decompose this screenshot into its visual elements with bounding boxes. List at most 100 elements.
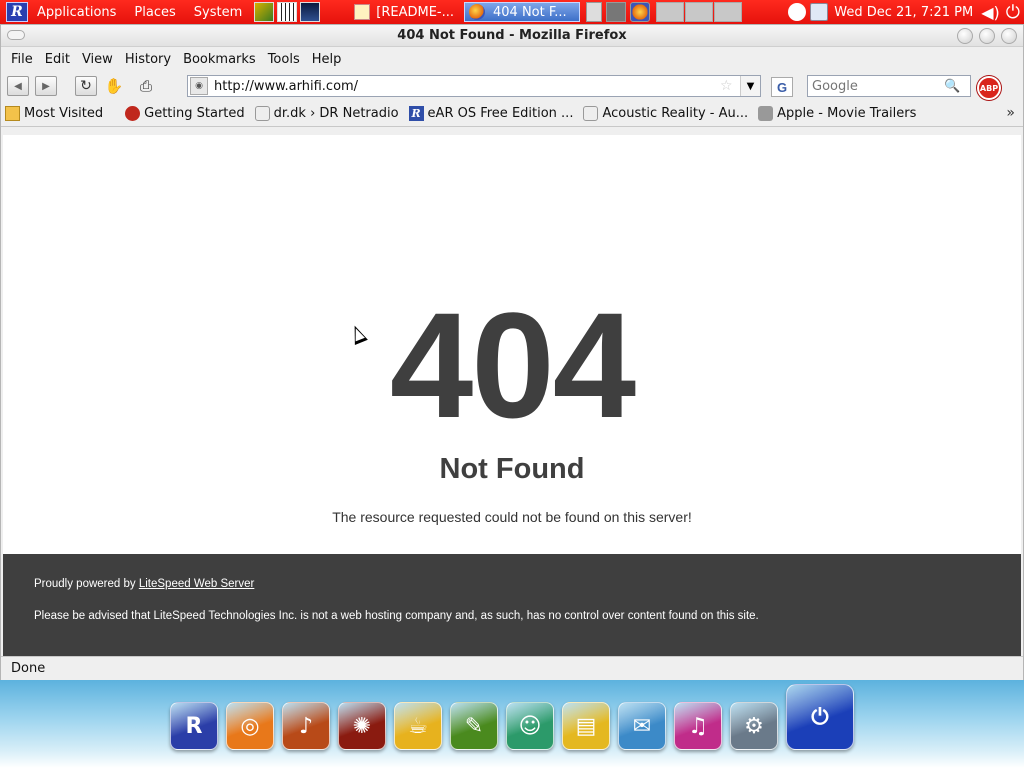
panel-menu-places[interactable]: Places [125,5,184,20]
network-icon[interactable] [810,3,829,21]
dock-area: R ◎ ♪ ✺ ☕ ✎ ☺ ▤ ✉ ♫ ⚙ ⏻ [0,680,1024,768]
apple-icon [758,106,774,121]
url-text[interactable]: http://www.arhifi.com/ [214,79,720,94]
url-bar[interactable]: ◉ http://www.arhifi.com/ ☆ ▼ [187,75,761,97]
menu-help[interactable]: Help [306,52,348,67]
menubar: File Edit View History Bookmarks Tools H… [1,47,1023,71]
page-content: 404 Not Found The resource requested cou… [3,135,1021,656]
menu-view[interactable]: View [76,52,119,67]
menu-edit[interactable]: Edit [39,52,76,67]
music-icon[interactable]: ♫ [674,702,722,750]
taskbar-item-label: 404 Not F... [493,4,567,20]
reload-button[interactable]: ↻ [75,76,97,96]
bookmark-dr-netradio[interactable]: dr.dk › DR Netradio [254,106,399,121]
minimize-button[interactable] [957,28,973,44]
bookmark-label: Acoustic Reality - Au... [602,106,749,121]
hosting-advisory: Please be advised that LiteSpeed Technol… [34,610,759,622]
firefox-window: 404 Not Found - Mozilla Firefox File Edi… [0,24,1024,680]
window-controls [957,28,1017,44]
mail-feather-icon[interactable]: ✉ [618,702,666,750]
bookmarks-overflow-chevron-icon[interactable]: » [1006,105,1015,121]
search-magnifier-icon[interactable]: 🔍 [944,79,960,94]
search-input[interactable] [808,78,944,94]
back-arrow-icon: ◀ [14,80,22,92]
fire-icon[interactable]: ✺ [338,702,386,750]
bookmark-label: Getting Started [144,106,245,121]
panel-menu-applications[interactable]: Applications [28,5,125,20]
site-identity-icon[interactable]: ◉ [190,77,208,95]
settings-icon[interactable]: ⚙ [730,702,778,750]
panel-menu-system[interactable]: System [185,5,251,20]
workspace-2[interactable] [685,2,713,22]
page-footer: Proudly powered by LiteSpeed Web Server … [3,554,1021,656]
photo-app-launcher-icon[interactable] [254,2,275,22]
navigation-toolbar: ◀ ▶ ↻ ✋ ⎙ ◉ http://www.arhifi.com/ ☆ ▼ G… [1,71,1023,101]
powered-by-line: Proudly powered by LiteSpeed Web Server [34,578,254,590]
volume-icon[interactable]: ◀) [981,3,1000,22]
image-editor-icon[interactable]: ✎ [450,702,498,750]
workspace-3[interactable] [714,2,742,22]
stop-hand-icon[interactable]: ✋ [103,75,125,97]
rpm-app-icon[interactable]: R [170,702,218,750]
guitar-icon[interactable]: ♪ [282,702,330,750]
adblock-plus-icon[interactable]: ABP [977,76,1001,100]
office-icon[interactable]: ▤ [562,702,610,750]
bookmark-label: eAR OS Free Edition ... [427,106,574,121]
window-title: 404 Not Found - Mozilla Firefox [397,28,627,43]
menu-tools[interactable]: Tools [262,52,306,67]
taskbar-item-readme[interactable]: [README-... [350,2,458,22]
menu-history[interactable]: History [119,52,177,67]
error-title: Not Found [439,453,585,485]
forward-button[interactable]: ▶ [35,76,57,96]
folder-icon [5,106,20,121]
audio-app-launcher-icon[interactable] [300,2,321,22]
url-history-dropdown[interactable]: ▼ [740,76,760,96]
menu-file[interactable]: File [5,52,39,67]
update-notifier-icon[interactable] [788,3,807,21]
litespeed-link[interactable]: LiteSpeed Web Server [139,578,255,590]
firefox-icon [469,4,485,20]
panel-clock[interactable]: Wed Dec 21, 7:21 PM [834,5,973,20]
search-engine-icon[interactable]: G [771,77,793,97]
back-button[interactable]: ◀ [7,76,29,96]
notes-icon[interactable] [586,2,602,22]
bookmark-most-visited[interactable]: Most Visited [5,106,103,121]
status-bar: Done [1,656,1023,680]
error-description: The resource requested could not be foun… [332,509,692,525]
firefox-icon[interactable]: ◎ [226,702,274,750]
forward-arrow-icon: ▶ [42,80,50,92]
firefox-bookmark-icon [125,106,141,121]
panel-tray: Wed Dec 21, 7:21 PM ◀) ⏻ [784,0,1024,24]
distro-logo-icon[interactable]: R [6,2,28,22]
bookmark-ear-os[interactable]: R eAR OS Free Edition ... [408,106,574,121]
bookmark-star-icon[interactable]: ☆ [720,78,736,94]
page-icon [254,106,270,121]
bookmark-acoustic-reality[interactable]: Acoustic Reality - Au... [583,106,748,121]
coffee-cup-icon[interactable]: ☕ [394,702,442,750]
bookmark-label: Apple - Movie Trailers [777,106,917,121]
taskbar-item-firefox[interactable]: 404 Not F... [464,2,580,22]
close-button[interactable] [1001,28,1017,44]
maximize-button[interactable] [979,28,995,44]
bookmark-getting-started[interactable]: Getting Started [125,106,245,121]
page-icon [583,106,599,121]
trash-icon[interactable] [606,2,626,22]
messenger-icon[interactable]: ☺ [506,702,554,750]
piano-app-launcher-icon[interactable] [277,2,298,22]
workspace-1[interactable] [656,2,684,22]
power-icon[interactable]: ⏻ [786,684,854,750]
taskbar-item-label: [README-... [376,4,454,20]
bookmark-label: Most Visited [24,106,104,121]
top-panel: R Applications Places System [README-...… [0,0,1024,24]
print-icon[interactable]: ⎙ [135,75,157,97]
menu-bookmarks[interactable]: Bookmarks [177,52,262,67]
bookmark-label: dr.dk › DR Netradio [273,106,399,121]
ear-os-icon: R [408,106,424,121]
search-bar[interactable]: 🔍 [807,75,971,97]
bookmark-apple-trailers[interactable]: Apple - Movie Trailers [758,106,916,121]
power-icon[interactable]: ⏻ [1006,2,1020,23]
status-text: Done [11,661,46,676]
window-titlebar[interactable]: 404 Not Found - Mozilla Firefox [1,25,1023,47]
firefox-launcher-icon[interactable] [630,2,650,22]
window-menu-button[interactable] [7,30,25,40]
